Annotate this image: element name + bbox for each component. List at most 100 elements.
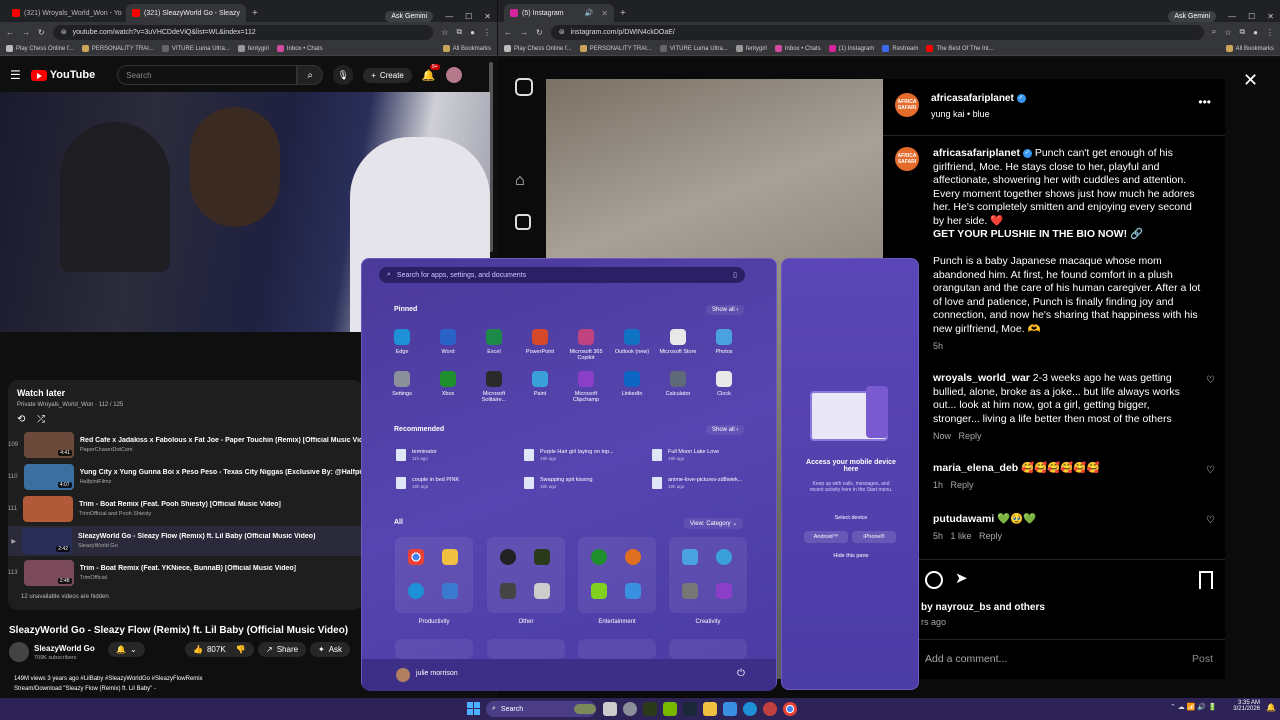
tab-sleazyworld[interactable]: (321) SleazyWorld Go - Sleazy✕ [126, 4, 246, 22]
notification-bell-icon[interactable]: 🔔 [1266, 703, 1276, 712]
bookmark-star-icon[interactable]: ☆ [441, 28, 448, 37]
extensions-icon[interactable]: ⧉ [1239, 27, 1245, 37]
close-icon[interactable]: ✕ [1267, 12, 1274, 21]
media-app-icon[interactable] [643, 702, 657, 716]
comment-meta[interactable]: Now Reply [933, 431, 982, 441]
pinned-app-microsoft-clipchamp[interactable]: Microsoft Clipchamp [563, 371, 609, 403]
notifications-button[interactable]: 🔔 9+ [422, 63, 440, 82]
recommended-item[interactable]: anime-love-pictures-zd8wiek... 19h ago [652, 477, 772, 489]
store-icon[interactable] [723, 702, 737, 716]
minimize-icon[interactable]: — [1228, 12, 1236, 21]
show-all-recommended-button[interactable]: Show all › [706, 425, 745, 435]
search-icon[interactable]: ⌕ [297, 65, 324, 85]
recommended-item[interactable]: Full Moon Lake Love 19h ago [652, 449, 772, 461]
like-comment-icon[interactable]: ♡ [1206, 515, 1215, 526]
post-author[interactable]: africasafariplanet ✓ [931, 93, 1026, 104]
taskbar-search[interactable]: ⌕ Search [486, 701, 596, 717]
close-tab-icon[interactable]: ✕ [601, 9, 608, 18]
bookmark-item[interactable]: PERSONALITY TRAI... [579, 45, 652, 52]
profile-icon[interactable]: ● [470, 28, 475, 37]
show-all-pinned-button[interactable]: Show all › [706, 305, 745, 315]
loop-icon[interactable]: ⟲ [17, 414, 25, 425]
bookmark-item[interactable]: fentygirl [237, 45, 269, 52]
search-input[interactable]: Search [117, 65, 298, 85]
like-comment-icon[interactable]: ♡ [1206, 465, 1215, 476]
post-comment-button[interactable]: Post [1192, 653, 1213, 665]
nvidia-icon[interactable] [663, 702, 677, 716]
create-button[interactable]: + Create [363, 67, 412, 83]
category-creativity[interactable] [669, 537, 747, 613]
category-folder[interactable] [669, 639, 747, 659]
playlist-item[interactable]: 111 Trim - Boat Remix (Feat. Pooh Shiest… [8, 494, 363, 524]
android-button[interactable]: Android™ [804, 531, 848, 543]
more-options-icon[interactable]: ••• [1198, 95, 1211, 109]
bookmark-item[interactable]: Inbox • Chats [276, 45, 323, 52]
phone-icon[interactable]: ▯ [733, 271, 737, 279]
share-icon[interactable]: ➤ [955, 569, 968, 587]
bookmark-item[interactable]: Restream [882, 45, 918, 52]
bookmark-item[interactable]: VITURE Luma Ultra... [659, 45, 728, 52]
reload-icon[interactable]: ↻ [38, 28, 45, 37]
bookmark-item[interactable]: The Best Of The Int... [926, 45, 994, 52]
share-button[interactable]: ↗ Share [258, 642, 307, 657]
all-bookmarks[interactable]: All Bookmarks [442, 45, 491, 52]
comment-username[interactable]: maria_elena_deb [933, 462, 1018, 474]
tab-instagram[interactable]: (5) Instagram 🔊 ✕ [504, 4, 614, 22]
caption-author-avatar[interactable]: AFRICA SAFARI [895, 147, 919, 171]
zoom-icon[interactable]: ⌕ [1212, 27, 1216, 37]
like-button[interactable]: 👍 807K 👎 [185, 642, 254, 657]
bookmark-item[interactable]: Play Chess Online f... [504, 45, 572, 52]
playlist-item[interactable]: 110 4:07 Yung City x Yung Gunna Boi x Pe… [8, 462, 365, 492]
pinned-app-microsoft-solitaire[interactable]: Microsoft Solitaire... [471, 371, 517, 403]
subscribed-bell-button[interactable]: 🔔 ⌄ [108, 642, 145, 657]
user-name[interactable]: julie morrison [416, 670, 458, 677]
file-explorer-icon[interactable] [703, 702, 717, 716]
liked-by[interactable]: by nayrouz_bs and others [921, 602, 1045, 613]
recommended-item[interactable]: couple in bed PINK 19h ago [396, 477, 516, 489]
pinned-app-settings[interactable]: Settings [379, 371, 425, 397]
clock[interactable]: 3:35 AM 3/21/2026 [1230, 700, 1260, 712]
comment-username[interactable]: wroyals_world_war [933, 372, 1030, 384]
task-view-icon[interactable] [603, 702, 617, 716]
caption-username[interactable]: africasafariplanet [933, 147, 1020, 159]
youtube-logo[interactable]: YouTube [30, 69, 95, 81]
steam-icon[interactable] [683, 702, 697, 716]
maximize-icon[interactable]: ☐ [1248, 12, 1255, 21]
site-info-icon[interactable]: ⊜ [61, 28, 67, 36]
category-folder[interactable] [487, 639, 565, 659]
playlist-item[interactable]: 109 4:41 Red Cafe x Jadakiss x Fabolous … [8, 430, 365, 460]
start-search-input[interactable]: ⌕ Search for apps, settings, and document… [379, 267, 745, 283]
thumbs-down-icon[interactable]: 👎 [236, 645, 246, 654]
reload-icon[interactable]: ↻ [536, 28, 543, 37]
recommended-item[interactable]: terminator 11h ago [396, 449, 516, 461]
ask-gemini-button[interactable]: Ask Gemini [1168, 11, 1217, 22]
back-icon[interactable]: ← [6, 28, 14, 37]
channel-avatar[interactable] [9, 642, 29, 662]
edge-icon[interactable] [743, 702, 757, 716]
close-icon[interactable]: ✕ [1243, 70, 1258, 91]
bookmark-item[interactable]: (1) Instagram [828, 45, 874, 52]
forward-icon[interactable]: → [520, 28, 528, 37]
system-tray[interactable]: ⌃ ☁ 📶 🔊 🔋 [1170, 703, 1217, 711]
iphone-button[interactable]: iPhone® [852, 531, 896, 543]
pinned-app-edge[interactable]: Edge [379, 329, 425, 355]
new-tab-button[interactable]: + [246, 4, 264, 22]
all-bookmarks[interactable]: All Bookmarks [1225, 45, 1274, 52]
pinned-app-outlook-new[interactable]: Outlook (new) [609, 329, 655, 355]
bookmark-star-icon[interactable]: ☆ [1224, 28, 1231, 37]
app-icon[interactable] [763, 702, 777, 716]
reels-icon[interactable] [515, 214, 531, 230]
pinned-app-linkedin[interactable]: LinkedIn [609, 371, 655, 397]
pinned-app-calculator[interactable]: Calculator [655, 371, 701, 397]
bookmark-item[interactable]: Inbox • Chats [774, 45, 821, 52]
hamburger-menu-icon[interactable]: ☰ [10, 68, 21, 82]
pinned-app-microsoft-store[interactable]: Microsoft Store [655, 329, 701, 355]
pinned-app-xbox[interactable]: Xbox [425, 371, 471, 397]
forward-icon[interactable]: → [22, 28, 30, 37]
bookmark-item[interactable]: Play Chess Online f... [6, 45, 74, 52]
hide-pane-button[interactable]: Hide this pane [782, 553, 920, 559]
shuffle-icon[interactable]: ⤮ [37, 414, 45, 425]
speaker-icon[interactable]: 🔊 [585, 9, 594, 17]
user-avatar[interactable] [396, 668, 410, 682]
tab-wroyals[interactable]: (321) Wroyals_World_Won - Yo✕ [6, 4, 126, 22]
